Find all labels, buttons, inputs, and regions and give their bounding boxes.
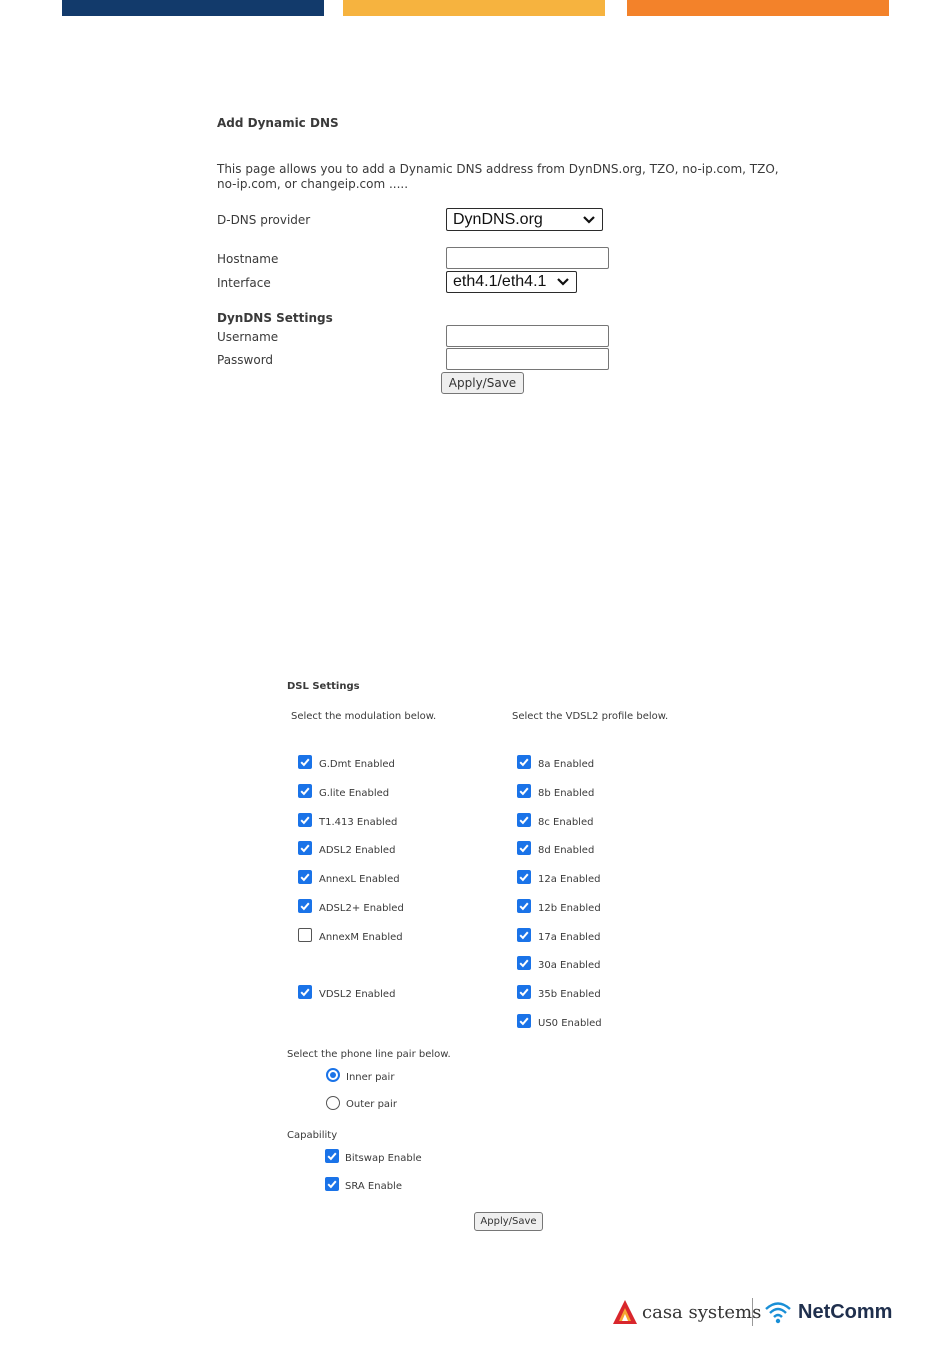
interface-select-value: eth4.1/eth4.1 [453, 273, 547, 290]
dyndns-settings-heading: DynDNS Settings [217, 311, 333, 325]
checkmark-icon [519, 787, 529, 796]
interface-label: Interface [217, 276, 271, 290]
capability-item-label: SRA Enable [345, 1181, 402, 1192]
profile-label: 8c Enabled [538, 817, 594, 828]
profile-label: 8d Enabled [538, 845, 595, 856]
profile-checkbox-12a[interactable] [517, 870, 531, 884]
modulation-checkbox-annexl[interactable] [298, 870, 312, 884]
username-label: Username [217, 330, 279, 344]
modulation-checkbox-annexm[interactable] [298, 928, 312, 942]
capability-label: Capability [287, 1130, 338, 1141]
pair-label: Outer pair [346, 1099, 397, 1110]
provider-select[interactable]: DynDNS.org [446, 208, 603, 231]
casa-systems-logo: casa systems [612, 1299, 761, 1325]
checkmark-icon [519, 959, 529, 968]
netcomm-logo: NetComm [764, 1299, 892, 1325]
checkmark-icon [300, 873, 310, 882]
modulation-checkbox-gdmt[interactable] [298, 755, 312, 769]
checkmark-icon [300, 902, 310, 911]
modulation-checkbox-adsl2plus[interactable] [298, 899, 312, 913]
profile-checkbox-12b[interactable] [517, 899, 531, 913]
profile-checkbox-8a[interactable] [517, 755, 531, 769]
profile-label: 8b Enabled [538, 788, 595, 799]
ddns-description-line1: This page allows you to add a Dynamic DN… [217, 162, 779, 176]
profile-label: 35b Enabled [538, 989, 601, 1000]
dsl-apply-save-button[interactable]: Apply/Save [474, 1212, 543, 1231]
dsl-title: DSL Settings [287, 681, 360, 692]
checkmark-icon [300, 988, 310, 997]
header-bar-orange [627, 0, 889, 16]
modulation-label: T1.413 Enabled [319, 817, 398, 828]
header-bar-yellow [343, 0, 605, 16]
interface-select[interactable]: eth4.1/eth4.1 [446, 271, 577, 293]
profile-label: 30a Enabled [538, 960, 601, 971]
capability-item-label: Bitswap Enable [345, 1153, 422, 1164]
ddns-apply-save-button[interactable]: Apply/Save [441, 372, 524, 394]
modulation-label: ADSL2+ Enabled [319, 903, 404, 914]
checkmark-icon [300, 844, 310, 853]
checkmark-icon [519, 758, 529, 767]
wifi-icon [765, 1302, 791, 1324]
checkmark-icon [327, 1180, 337, 1189]
provider-select-value: DynDNS.org [453, 210, 543, 228]
checkmark-icon [300, 787, 310, 796]
checkmark-icon [519, 844, 529, 853]
checkmark-icon [300, 816, 310, 825]
profile-checkbox-30a[interactable] [517, 956, 531, 970]
checkmark-icon [519, 873, 529, 882]
pair-radio-outer[interactable] [326, 1096, 340, 1110]
logo-divider [752, 1298, 753, 1326]
profile-checkbox-8d[interactable] [517, 841, 531, 855]
modulation-label: AnnexM Enabled [319, 932, 403, 943]
modulation-label: G.lite Enabled [319, 788, 390, 799]
password-label: Password [217, 353, 274, 367]
profile-checkbox-17a[interactable] [517, 928, 531, 942]
modulation-checkbox-adsl2[interactable] [298, 841, 312, 855]
profile-label: US0 Enabled [538, 1018, 602, 1029]
vdsl2-profile-prompt: Select the VDSL2 profile below. [512, 711, 669, 722]
netcomm-text: NetComm [798, 1300, 893, 1323]
checkmark-icon [519, 988, 529, 997]
checkmark-icon [519, 1017, 529, 1026]
profile-label: 12a Enabled [538, 874, 601, 885]
checkmark-icon [519, 902, 529, 911]
chevron-down-icon [557, 278, 569, 286]
casa-triangle-icon [613, 1300, 637, 1324]
modulation-label: ADSL2 Enabled [319, 845, 396, 856]
modulation-label: G.Dmt Enabled [319, 759, 395, 770]
capability-checkbox-sra[interactable] [325, 1177, 339, 1191]
phone-pair-prompt: Select the phone line pair below. [287, 1049, 451, 1060]
header-bar-blue [62, 0, 324, 16]
profile-checkbox-8c[interactable] [517, 813, 531, 827]
hostname-input[interactable] [446, 247, 609, 269]
ddns-title: Add Dynamic DNS [217, 116, 339, 130]
username-input[interactable] [446, 325, 609, 347]
pair-radio-inner[interactable] [326, 1068, 340, 1082]
checkmark-icon [519, 931, 529, 940]
pair-label: Inner pair [346, 1072, 395, 1083]
profile-checkbox-35b[interactable] [517, 985, 531, 999]
modulation-checkbox-glite[interactable] [298, 784, 312, 798]
modulation-label: AnnexL Enabled [319, 874, 400, 885]
modulation-label: VDSL2 Enabled [319, 989, 396, 1000]
profile-label: 12b Enabled [538, 903, 601, 914]
hostname-label: Hostname [217, 252, 279, 266]
checkmark-icon [519, 816, 529, 825]
checkmark-icon [300, 758, 310, 767]
ddns-description-line2: no-ip.com, or changeip.com ..... [217, 177, 409, 191]
provider-label: D-DNS provider [217, 213, 311, 227]
capability-checkbox-bitswap[interactable] [325, 1149, 339, 1163]
checkmark-icon [327, 1152, 337, 1161]
modulation-prompt: Select the modulation below. [291, 711, 437, 722]
modulation-checkbox-t1413[interactable] [298, 813, 312, 827]
profile-label: 8a Enabled [538, 759, 595, 770]
casa-systems-text: casa systems [642, 1301, 762, 1323]
password-input[interactable] [446, 348, 609, 370]
profile-label: 17a Enabled [538, 932, 601, 943]
profile-checkbox-8b[interactable] [517, 784, 531, 798]
modulation-checkbox-vdsl2[interactable] [298, 985, 312, 999]
profile-checkbox-us0[interactable] [517, 1014, 531, 1028]
chevron-down-icon [583, 215, 595, 224]
